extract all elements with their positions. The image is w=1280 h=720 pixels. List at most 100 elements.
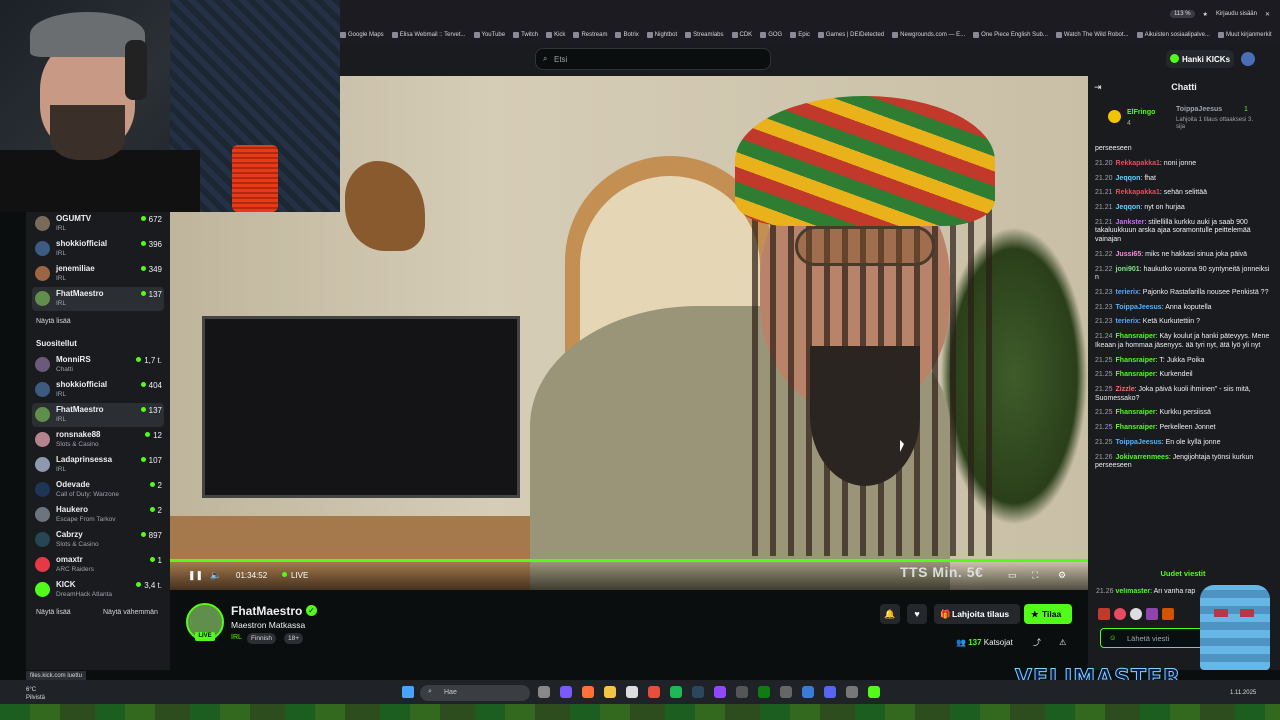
chat-username[interactable]: Jussi65 [1116, 251, 1142, 258]
chat-username[interactable]: Jankster [1116, 219, 1145, 226]
app-icon[interactable] [802, 686, 814, 698]
chat-username[interactable]: Fhansraiper [1116, 424, 1156, 431]
sidebar-channel[interactable]: Cabrzy Slots & Casino 897 [32, 528, 164, 552]
sidebar-channel[interactable]: ronsnake88 Slots & Casino 12 [32, 428, 164, 452]
bookmark-item[interactable]: Muut kirjanmerkit [1217, 28, 1272, 42]
bookmark-item[interactable]: Games | DEIDetected [817, 28, 884, 42]
bookmark-item[interactable]: Google Maps [340, 28, 384, 42]
sidebar-channel[interactable]: Odevade Call of Duty: Warzone 2 [32, 478, 164, 502]
emote-icon[interactable] [1114, 608, 1126, 620]
bookmark-item[interactable]: GOG [760, 28, 782, 42]
channel-name[interactable]: FhatMaestro [231, 604, 302, 618]
close-icon[interactable]: ✕ [1265, 11, 1270, 18]
star-icon[interactable]: ★ [1203, 11, 1208, 18]
zoom-level[interactable]: 113 % [1169, 10, 1195, 18]
get-kicks-button[interactable]: Hanki KICKs [1166, 50, 1234, 68]
bookmark-item[interactable]: Epic [790, 28, 810, 42]
sidebar-channel[interactable]: shokkiofficial IRL 404 [32, 378, 164, 402]
bookmark-item[interactable]: Aikuisten sosiaalipalve... [1136, 28, 1210, 42]
bookmark-item[interactable]: Twitch [513, 28, 538, 42]
chat-username[interactable]: ToippaJeesus [1116, 304, 1162, 311]
task-view-icon[interactable] [538, 686, 550, 698]
sidebar-channel[interactable]: Ladaprinsessa IRL 107 [32, 453, 164, 477]
chat-username[interactable]: Fhansraiper [1116, 409, 1156, 416]
teams-icon[interactable] [560, 686, 572, 698]
sidebar-channel[interactable]: shokkiofficial IRL 396 [32, 237, 164, 261]
tag-language[interactable]: Finnish [247, 633, 276, 644]
bell-icon[interactable]: 🔔 [880, 604, 900, 624]
steam-icon[interactable] [692, 686, 704, 698]
bookmark-item[interactable]: CDK [731, 28, 752, 42]
chat-username[interactable]: Jeqqon [1116, 204, 1141, 211]
login-link[interactable]: Kirjaudu sisään [1216, 11, 1257, 17]
show-more-followed[interactable]: Näytä lisää [36, 318, 71, 325]
sidebar-channel[interactable]: Haukero Escape From Tarkov 2 [32, 503, 164, 527]
spotify-icon[interactable] [670, 686, 682, 698]
bookmark-item[interactable]: One Piece English Sub... [973, 28, 1048, 42]
settings-icon[interactable]: ⚙ [1058, 570, 1066, 581]
bookmark-item[interactable]: Newgrounds.com — E... [892, 28, 965, 42]
bookmark-item[interactable]: Streamlabs [685, 28, 724, 42]
tag-age[interactable]: 18+ [284, 633, 304, 644]
theater-icon[interactable]: ▭ [1008, 570, 1017, 581]
store-icon[interactable] [626, 686, 638, 698]
weather-widget[interactable]: 6°C Pilvistä [26, 686, 45, 702]
chat-username[interactable]: Zizzle [1116, 386, 1135, 393]
emote-icon[interactable] [1162, 608, 1174, 620]
app-icon[interactable] [846, 686, 858, 698]
sidebar-channel[interactable]: OGUMTV IRL 672 [32, 212, 164, 236]
emote-icon[interactable] [1098, 608, 1110, 620]
start-icon[interactable] [402, 686, 414, 698]
show-more-recommended[interactable]: Näytä lisää [36, 609, 71, 616]
firefox-icon[interactable] [582, 686, 594, 698]
subscribe-button[interactable]: ★ Tilaa [1024, 604, 1072, 624]
sidebar-channel[interactable]: omaxtr ARC Raiders 1 [32, 553, 164, 577]
chat-input[interactable]: ☺ Lähetä viesti [1100, 628, 1206, 648]
obs-icon[interactable] [714, 686, 726, 698]
show-less-recommended[interactable]: Näytä vähemmän [103, 609, 158, 616]
app-icon[interactable] [736, 686, 748, 698]
kick-icon[interactable] [868, 686, 880, 698]
new-messages-banner[interactable]: Uudet viestit [1092, 569, 1274, 578]
chat-username[interactable]: joni901 [1116, 266, 1140, 273]
sidebar-channel[interactable]: jenemiliae IRL 349 [32, 262, 164, 286]
emote-icon[interactable] [1146, 608, 1158, 620]
chat-username[interactable]: Fhansraiper [1116, 357, 1156, 364]
app-icon[interactable] [648, 686, 660, 698]
settings-icon[interactable] [780, 686, 792, 698]
volume-icon[interactable]: 🔈 [210, 570, 221, 581]
sidebar-channel[interactable]: FhatMaestro IRL 137 [32, 403, 164, 427]
live-indicator[interactable]: LIVE [282, 571, 308, 580]
search-input[interactable]: ⌕ Etsi [535, 48, 771, 70]
chat-username[interactable]: Fhansraiper [1116, 333, 1156, 340]
xbox-icon[interactable] [758, 686, 770, 698]
bookmark-item[interactable]: YouTube [473, 28, 505, 42]
emote-picker-icon[interactable]: ☺ [1109, 633, 1117, 642]
share-icon[interactable]: ⤴ [1033, 638, 1041, 647]
chat-username[interactable]: Rekkapakka1 [1116, 160, 1160, 167]
sidebar-channel[interactable]: MonniRS Chatti 1,7 t. [32, 353, 164, 377]
sidebar-channel[interactable]: FhatMaestro IRL 137 [32, 287, 164, 311]
chat-username[interactable]: terierix [1116, 318, 1139, 325]
pause-icon[interactable]: ❚❚ [188, 570, 203, 581]
discord-icon[interactable] [824, 686, 836, 698]
report-icon[interactable]: ⚠ [1059, 638, 1066, 647]
bookmark-item[interactable]: Nightbot [646, 28, 677, 42]
bookmark-item[interactable]: Kick [546, 28, 565, 42]
chat-username[interactable]: Jokivarrenmees [1116, 454, 1169, 461]
explorer-icon[interactable] [604, 686, 616, 698]
chat-username[interactable]: Jeqqon [1116, 175, 1141, 182]
stream-category[interactable]: IRL [231, 634, 242, 641]
bookmark-item[interactable]: Elisa Webmail :: Tervet... [391, 28, 466, 42]
chat-username[interactable]: ToippaJeesus [1116, 439, 1162, 446]
bookmark-item[interactable]: Watch The Wild Robot... [1055, 28, 1129, 42]
fullscreen-icon[interactable]: ⛶ [1032, 570, 1038, 581]
chat-username[interactable]: terierix [1116, 289, 1139, 296]
bookmark-item[interactable]: Botrix [615, 28, 639, 42]
chat-username[interactable]: Fhansraiper [1116, 371, 1156, 378]
heart-icon[interactable]: ♥ [907, 604, 927, 624]
taskbar-search[interactable]: ⌕ Hae [420, 685, 530, 701]
emote-icon[interactable] [1130, 608, 1142, 620]
sidebar-channel[interactable]: KICK DreamHack Atlanta 3,4 t. [32, 578, 164, 602]
user-avatar[interactable] [1241, 52, 1255, 66]
